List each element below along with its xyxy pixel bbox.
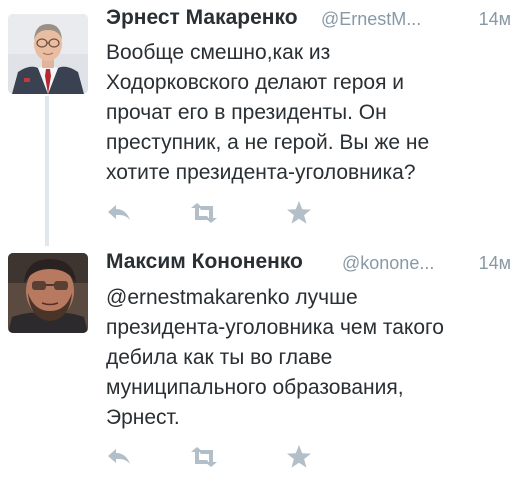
avatar-photo xyxy=(8,14,88,94)
avatar-photo xyxy=(8,253,88,333)
favorite-star-icon xyxy=(287,201,311,224)
favorite-button[interactable] xyxy=(284,198,314,228)
tweet-text-line: прочат его в президенты. Он xyxy=(106,101,387,124)
tweet-text-line: президента-уголовника чем такого xyxy=(106,316,444,339)
reply-button[interactable] xyxy=(104,198,134,228)
tweet-text-line: преступник, а не герой. Вы же не xyxy=(106,131,430,154)
timestamp[interactable]: 14м xyxy=(479,253,511,274)
avatar[interactable] xyxy=(8,253,88,333)
display-name[interactable]: Эрнест Макаренко xyxy=(106,6,298,30)
retweet-icon xyxy=(191,203,217,223)
avatar[interactable] xyxy=(8,14,88,94)
tweet-text-line: Вообще смешно,как из xyxy=(106,41,331,64)
tweet-header: Эрнест Макаренко @ErnestM... 14м xyxy=(106,6,511,34)
tweet-actions xyxy=(104,198,324,228)
tweet-text-line: Ходорковского делают героя и xyxy=(106,71,405,94)
tweet-text-line: муниципального образования, xyxy=(106,376,404,399)
display-name[interactable]: Максим Кононенко xyxy=(106,250,303,274)
tweet-text-line: хотите президента-уголовника? xyxy=(106,161,416,184)
retweet-button[interactable] xyxy=(189,198,219,228)
retweet-button[interactable] xyxy=(189,442,219,472)
reply-icon xyxy=(108,449,130,464)
reply-button[interactable] xyxy=(104,442,134,472)
reply-icon xyxy=(108,205,130,220)
tweet-text-line: Эрнест. xyxy=(106,406,180,429)
favorite-star-icon xyxy=(287,445,311,468)
username[interactable]: @ErnestM... xyxy=(321,9,421,30)
tweet[interactable]: Эрнест Макаренко @ErnestM... 14м Вообще … xyxy=(0,0,521,236)
retweet-icon xyxy=(191,447,217,467)
tweet-header: Максим Кононенко @konone... 14м xyxy=(106,250,511,278)
username[interactable]: @konone... xyxy=(342,253,434,274)
tweet-text: Вообще смешно,как из Ходорковского делаю… xyxy=(106,38,516,188)
tweet-text: @ernestmakarenko лучше президента-уголов… xyxy=(106,283,516,433)
tweet[interactable]: Максим Кононенко @konone... 14м @ernestm… xyxy=(0,236,521,480)
timestamp[interactable]: 14м xyxy=(479,9,511,30)
tweet-actions xyxy=(104,442,324,472)
tweet-text-line: @ernestmakarenko лучше xyxy=(106,286,358,309)
tweet-text-line: дебила как ты во главе xyxy=(106,346,333,369)
favorite-button[interactable] xyxy=(284,442,314,472)
